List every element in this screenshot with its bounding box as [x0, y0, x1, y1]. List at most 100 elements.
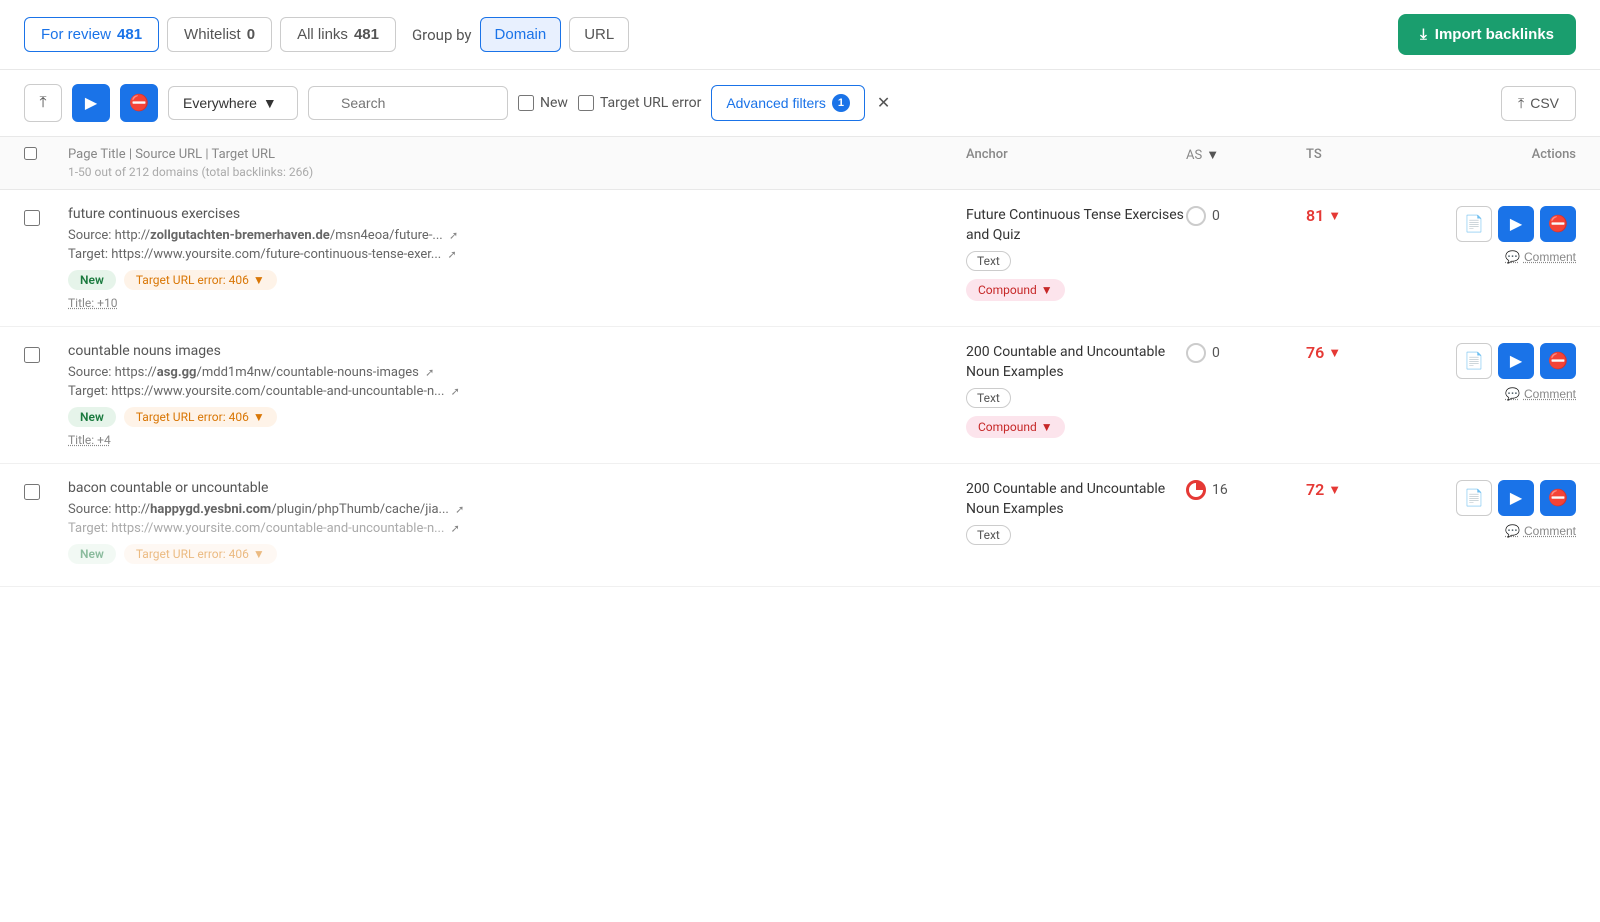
- filter-bar: ⤒ ▶ ⛔ Everywhere ▼ 🔍 New Target URL erro…: [0, 70, 1600, 137]
- row2-anchor-text: 200 Countable and Uncountable Noun Examp…: [966, 343, 1186, 382]
- row1-badge-error[interactable]: Target URL error: 406 ▼: [124, 270, 277, 290]
- header-title-col: Page Title | Source URL | Target URL 1-5…: [68, 147, 966, 179]
- row2-send-button[interactable]: ▶: [1498, 343, 1534, 379]
- row2-checkbox[interactable]: [24, 347, 40, 363]
- row3-ts-cell: 72 ▼: [1306, 480, 1426, 499]
- group-by-url[interactable]: URL: [569, 17, 629, 52]
- row1-target: Target: https://www.yoursite.com/future-…: [68, 247, 966, 262]
- row1-block-button[interactable]: ⛔: [1540, 206, 1576, 242]
- row3-comment-button[interactable]: 💬 Comment: [1505, 524, 1576, 538]
- new-label: New: [540, 95, 568, 111]
- sort-arrow-icon[interactable]: ▼: [1206, 147, 1219, 163]
- row3-tag-text: Text: [966, 525, 1011, 545]
- row1-target-ext-link-icon[interactable]: ➚: [447, 248, 456, 261]
- new-checkbox-label[interactable]: New: [518, 95, 568, 111]
- advanced-filters-badge: 1: [832, 94, 850, 112]
- row3-as-count: 16: [1212, 482, 1228, 498]
- row1-tag-text: Text: [966, 251, 1011, 271]
- row3-badges: New Target URL error: 406 ▼: [68, 544, 966, 564]
- header-col1-subtitle: 1-50 out of 212 domains (total backlinks…: [68, 165, 966, 179]
- row2-target-ext-link-icon[interactable]: ➚: [451, 385, 460, 398]
- send-icon: ▶: [85, 93, 97, 113]
- new-checkbox[interactable]: [518, 95, 534, 111]
- search-wrap: 🔍: [308, 86, 508, 120]
- target-url-error-checkbox[interactable]: [578, 95, 594, 111]
- row3-source-ext-link-icon[interactable]: ➚: [455, 503, 464, 516]
- row2-block-button[interactable]: ⛔: [1540, 343, 1576, 379]
- location-dropdown[interactable]: Everywhere ▼: [168, 86, 298, 120]
- upload-icon: ⤒: [1518, 95, 1524, 112]
- block-icon: ⛔: [129, 93, 149, 113]
- row1-comment-button[interactable]: 💬 Comment: [1505, 250, 1576, 264]
- row2-source: Source: https://asg.gg/mdd1m4nw/countabl…: [68, 365, 966, 380]
- row3-copy-button[interactable]: 📄: [1456, 480, 1492, 516]
- target-url-error-checkbox-label[interactable]: Target URL error: [578, 95, 701, 111]
- send-icon-button[interactable]: ▶: [72, 84, 110, 122]
- import-backlinks-label: Import backlinks: [1435, 26, 1554, 43]
- tab-for-review-count: 481: [117, 26, 142, 43]
- row1-copy-button[interactable]: 📄: [1456, 206, 1492, 242]
- tab-whitelist[interactable]: Whitelist 0: [167, 17, 272, 52]
- export-icon-button[interactable]: ⤒: [24, 84, 62, 122]
- row2-tag-compound[interactable]: Compound ▼: [966, 416, 1065, 438]
- row2-as-cell: 0: [1186, 343, 1306, 363]
- row3-source: Source: http://happygd.yesbni.com/plugin…: [68, 502, 966, 517]
- row3-block-button[interactable]: ⛔: [1540, 480, 1576, 516]
- row2-badge-error[interactable]: Target URL error: 406 ▼: [124, 407, 277, 427]
- tab-for-review-label: For review: [41, 26, 111, 43]
- chevron-down-icon: ▼: [253, 547, 265, 561]
- row1-checkbox-cell: [24, 206, 68, 226]
- row3-target-ext-link-icon[interactable]: ➚: [451, 522, 460, 535]
- row3-title: bacon countable or uncountable: [68, 480, 966, 496]
- row3-send-button[interactable]: ▶: [1498, 480, 1534, 516]
- row3-anchor: 200 Countable and Uncountable Noun Examp…: [966, 480, 1186, 549]
- tab-all-links-count: 481: [354, 26, 379, 43]
- group-by-domain[interactable]: Domain: [480, 17, 562, 52]
- import-backlinks-button[interactable]: ⤓ Import backlinks: [1398, 14, 1576, 55]
- row3-target: Target: https://www.yoursite.com/countab…: [68, 521, 966, 536]
- row1-action-btns: 📄 ▶ ⛔: [1456, 206, 1576, 242]
- row1-badge-new: New: [68, 270, 116, 290]
- row2-target: Target: https://www.yoursite.com/countab…: [68, 384, 966, 399]
- row2-copy-button[interactable]: 📄: [1456, 343, 1492, 379]
- row2-comment-button[interactable]: 💬 Comment: [1505, 387, 1576, 401]
- row1-checkbox[interactable]: [24, 210, 40, 226]
- header-anchor-col: Anchor: [966, 147, 1186, 162]
- tab-for-review[interactable]: For review 481: [24, 17, 159, 52]
- row3-as-cell: 16: [1186, 480, 1306, 500]
- row2-source-ext-link-icon[interactable]: ➚: [425, 366, 434, 379]
- row1-ts-cell: 81 ▼: [1306, 206, 1426, 225]
- chevron-down-icon: ▼: [253, 273, 265, 287]
- block-icon-button[interactable]: ⛔: [120, 84, 158, 122]
- select-all-checkbox[interactable]: [24, 147, 37, 160]
- row2-radio-circle: [1186, 343, 1206, 363]
- table-header: Page Title | Source URL | Target URL 1-5…: [0, 137, 1600, 190]
- advanced-filters-label: Advanced filters: [726, 95, 826, 111]
- chevron-down-icon: ▼: [1041, 283, 1053, 297]
- csv-label: CSV: [1530, 95, 1559, 111]
- row2-anchor: 200 Countable and Uncountable Noun Examp…: [966, 343, 1186, 438]
- tab-whitelist-label: Whitelist: [184, 26, 241, 43]
- ts-arrow-icon: ▼: [1328, 208, 1341, 224]
- row2-tag-text: Text: [966, 388, 1011, 408]
- row2-action-btns: 📄 ▶ ⛔: [1456, 343, 1576, 379]
- tab-all-links[interactable]: All links 481: [280, 17, 396, 52]
- row1-tag-compound[interactable]: Compound ▼: [966, 279, 1065, 301]
- row3-checkbox[interactable]: [24, 484, 40, 500]
- advanced-filters-close-button[interactable]: ✕: [875, 93, 892, 113]
- row2-title-plus[interactable]: Title: +4: [68, 433, 966, 447]
- csv-export-button[interactable]: ⤒ CSV: [1501, 86, 1576, 121]
- row1-send-button[interactable]: ▶: [1498, 206, 1534, 242]
- chevron-down-icon: ▼: [1041, 420, 1053, 434]
- row3-anchor-text: 200 Countable and Uncountable Noun Examp…: [966, 480, 1186, 519]
- row1-source-ext-link-icon[interactable]: ➚: [449, 229, 458, 242]
- row1-title-plus[interactable]: Title: +10: [68, 296, 966, 310]
- search-input[interactable]: [308, 86, 508, 120]
- row3-checkbox-cell: [24, 480, 68, 500]
- target-url-error-label: Target URL error: [600, 95, 701, 111]
- row3-badge-new: New: [68, 544, 116, 564]
- row3-badge-error[interactable]: Target URL error: 406 ▼: [124, 544, 277, 564]
- group-by-label: Group by: [412, 26, 472, 44]
- advanced-filters-button[interactable]: Advanced filters 1: [711, 85, 865, 121]
- chevron-down-icon: ▼: [263, 95, 277, 111]
